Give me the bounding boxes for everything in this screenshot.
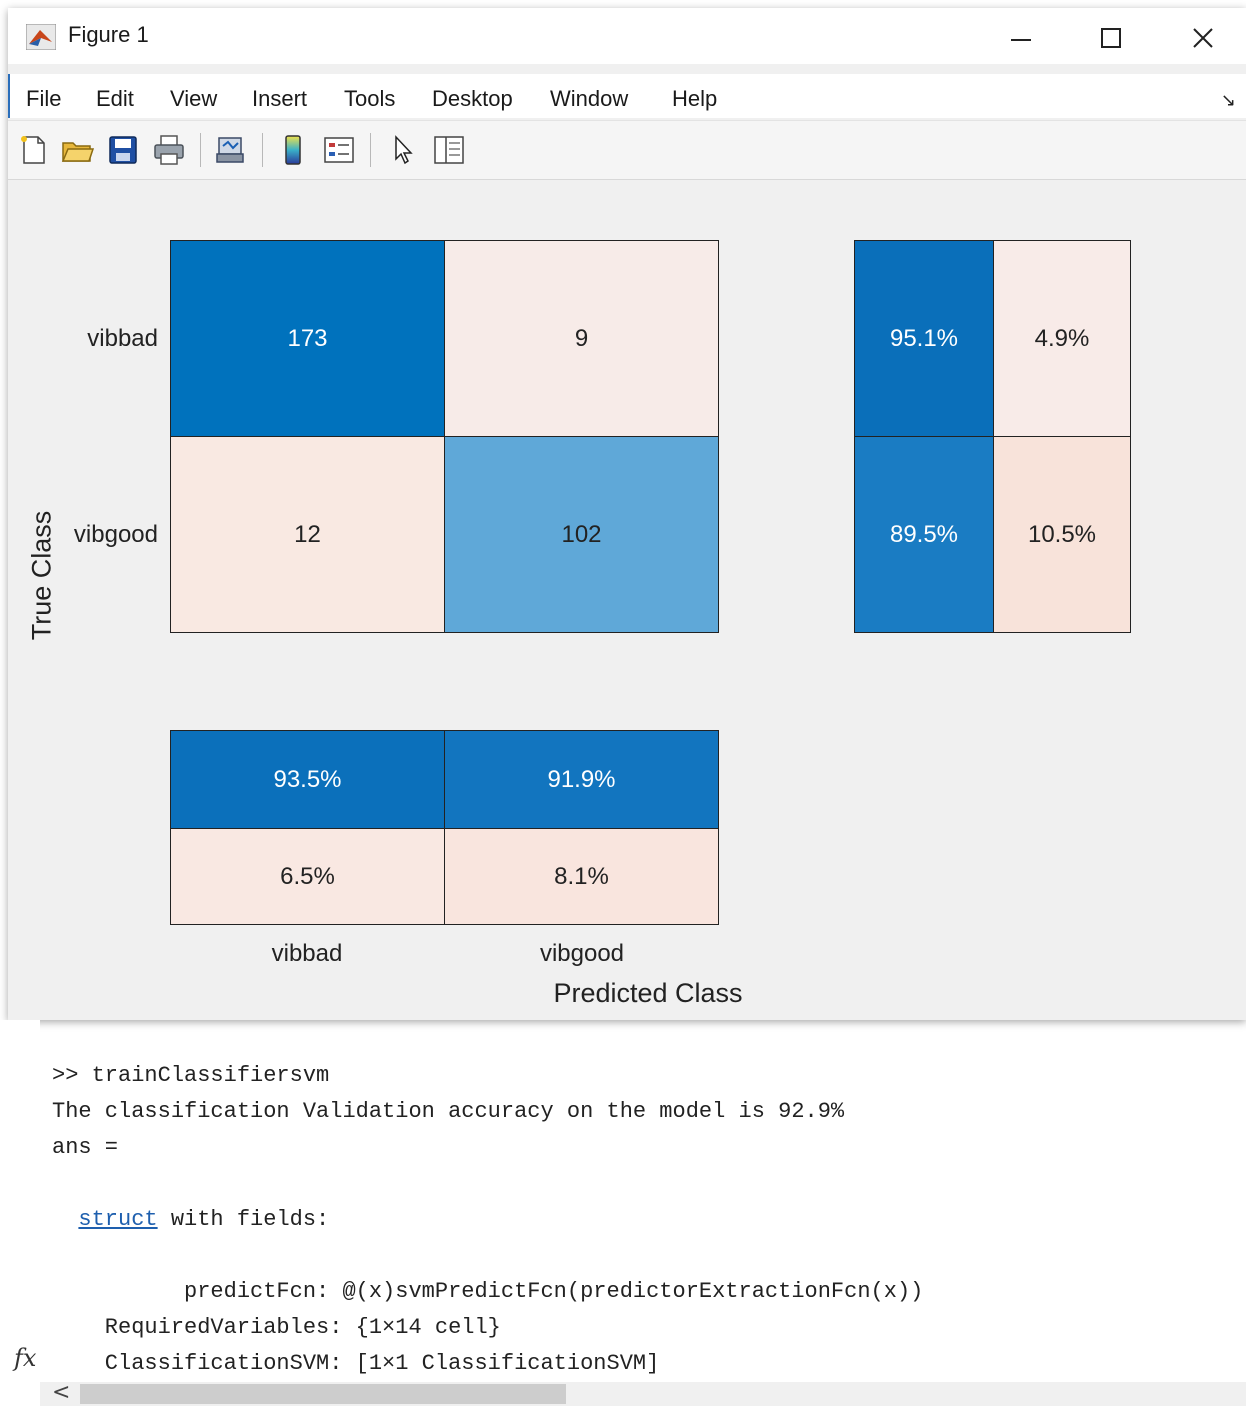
scroll-left-icon[interactable]: < bbox=[52, 1380, 70, 1405]
row-summary-vibgood-incorrect: 10.5% bbox=[993, 436, 1131, 633]
xtick-label: vibgood bbox=[539, 940, 625, 967]
horizontal-scrollbar[interactable]: < bbox=[40, 1380, 1246, 1406]
col-summary-vibbad-correct: 93.5% bbox=[170, 730, 445, 829]
menu-insert[interactable]: Insert bbox=[252, 86, 307, 112]
edit-plot-icon[interactable] bbox=[386, 133, 420, 167]
menu-overflow-icon[interactable]: ↘ bbox=[1221, 90, 1236, 111]
toolbar-separator bbox=[370, 133, 371, 167]
title-bar: Figure 1 bbox=[8, 8, 1246, 64]
row-summary-vibgood-correct: 89.5% bbox=[854, 436, 994, 633]
confusion-chart: 173 9 12 102 95.1% 4.9% 89.5% 10.5% 93.5… bbox=[8, 180, 1246, 1020]
open-file-icon[interactable] bbox=[60, 133, 94, 167]
output-line: ans = bbox=[52, 1135, 119, 1160]
link-plot-icon[interactable] bbox=[214, 133, 248, 167]
menu-tools[interactable]: Tools bbox=[344, 86, 395, 112]
xtick-label: vibbad bbox=[271, 940, 343, 967]
cell-vibbad-vibgood: 9 bbox=[444, 240, 719, 437]
menu-help[interactable]: Help bbox=[672, 86, 717, 112]
x-axis-title: Predicted Class bbox=[553, 978, 743, 1008]
row-summary-vibbad-correct: 95.1% bbox=[854, 240, 994, 437]
menu-window[interactable]: Window bbox=[550, 86, 628, 112]
insert-colorbar-icon[interactable] bbox=[276, 133, 310, 167]
property-inspector-icon[interactable] bbox=[432, 133, 466, 167]
scrollbar-thumb[interactable] bbox=[80, 1384, 566, 1404]
new-figure-icon[interactable] bbox=[16, 133, 50, 167]
col-summary-vibbad-incorrect: 6.5% bbox=[170, 828, 445, 925]
cell-vibgood-vibbad: 12 bbox=[170, 436, 445, 633]
col-summary-vibgood-correct: 91.9% bbox=[444, 730, 719, 829]
toolbar-separator bbox=[262, 133, 263, 167]
col-summary-vibgood-incorrect: 8.1% bbox=[444, 828, 719, 925]
save-icon[interactable] bbox=[106, 133, 140, 167]
cell-vibbad-vibbad: 173 bbox=[170, 240, 445, 437]
field-line: predictFcn: @(x)svmPredictFcn(predictorE… bbox=[52, 1279, 924, 1304]
y-axis-title: True Class bbox=[26, 510, 57, 641]
command-window[interactable]: >> trainClassifiersvm The classification… bbox=[52, 1058, 1232, 1382]
minimize-button[interactable] bbox=[998, 18, 1044, 58]
menu-desktop[interactable]: Desktop bbox=[432, 86, 513, 112]
function-browser-icon[interactable]: fx bbox=[14, 1344, 36, 1372]
window-title: Figure 1 bbox=[68, 22, 149, 47]
cell-vibgood-vibgood: 102 bbox=[444, 436, 719, 633]
maximize-button[interactable] bbox=[1088, 18, 1134, 58]
row-summary-vibbad-incorrect: 4.9% bbox=[993, 240, 1131, 437]
insert-legend-icon[interactable] bbox=[322, 133, 356, 167]
close-icon bbox=[1193, 28, 1213, 48]
matlab-icon bbox=[26, 24, 56, 50]
maximize-icon bbox=[1101, 28, 1121, 48]
ytick-label: vibbad bbox=[87, 325, 158, 352]
menu-file[interactable]: File bbox=[26, 86, 61, 112]
field-line: ClassificationSVM: [1×1 ClassificationSV… bbox=[52, 1351, 660, 1376]
output-line: The classification Validation accuracy o… bbox=[52, 1099, 845, 1124]
print-icon[interactable] bbox=[152, 133, 186, 167]
close-button[interactable] bbox=[1180, 18, 1226, 58]
struct-header: struct with fields: bbox=[52, 1202, 1232, 1238]
figure-window: Figure 1 File Edit View Insert Tools Des… bbox=[8, 8, 1246, 1020]
toolbar-separator bbox=[200, 133, 201, 167]
struct-link[interactable]: struct bbox=[78, 1207, 157, 1232]
command-line: >> trainClassifiersvm bbox=[52, 1063, 330, 1088]
minimize-icon bbox=[1011, 39, 1031, 41]
menu-edit[interactable]: Edit bbox=[96, 86, 134, 112]
menu-view[interactable]: View bbox=[170, 86, 217, 112]
figure-toolbar bbox=[8, 120, 1246, 180]
struct-header-text: with fields: bbox=[157, 1207, 330, 1232]
field-line: RequiredVariables: {1×14 cell} bbox=[52, 1315, 501, 1340]
menu-bar: File Edit View Insert Tools Desktop Wind… bbox=[8, 74, 1246, 118]
